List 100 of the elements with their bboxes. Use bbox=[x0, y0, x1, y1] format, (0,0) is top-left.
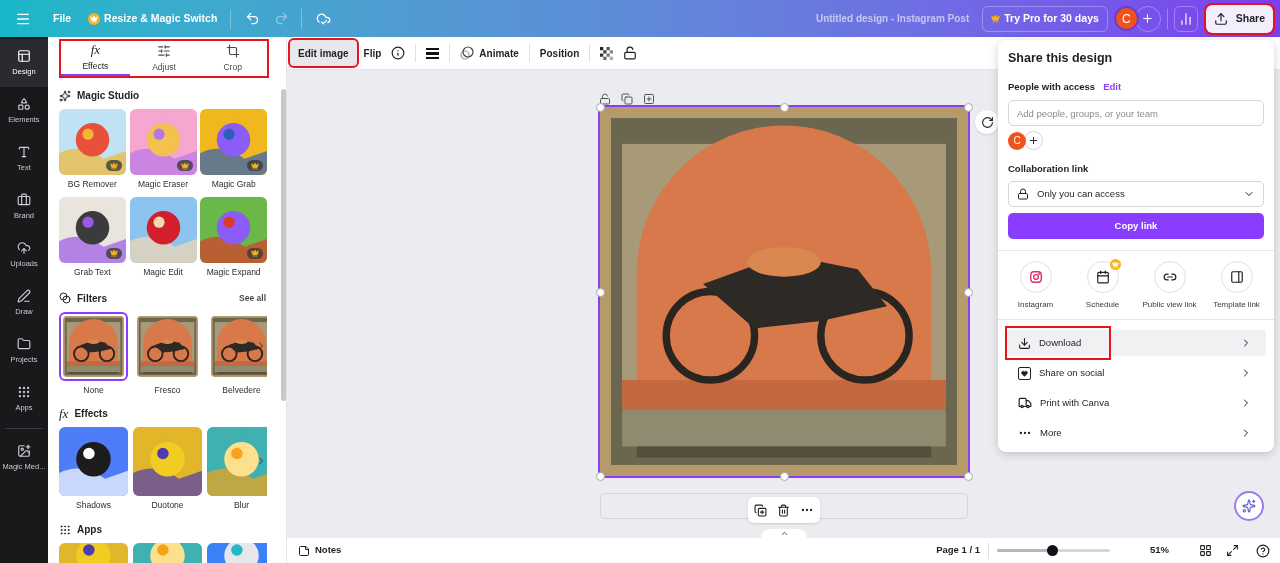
info-icon[interactable] bbox=[391, 46, 406, 60]
edit-tab[interactable]: Crop bbox=[198, 41, 267, 76]
magic-tool[interactable]: Magic Grab bbox=[200, 109, 267, 191]
line-weight-icon[interactable] bbox=[426, 47, 440, 59]
crown-icon bbox=[88, 12, 101, 25]
rail-icon bbox=[17, 384, 31, 399]
rail-icon bbox=[17, 48, 31, 63]
effect-option[interactable]: Blur bbox=[207, 427, 267, 512]
section-title: Apps bbox=[77, 523, 102, 537]
access-label: People with access bbox=[1008, 79, 1096, 94]
edit-link[interactable]: Edit bbox=[1103, 79, 1122, 94]
edit-image-button[interactable]: Edit image bbox=[290, 40, 357, 66]
share-action[interactable]: Share on social bbox=[1006, 360, 1266, 387]
position-button[interactable]: Position bbox=[539, 45, 580, 61]
edit-tab[interactable]: fx Effects bbox=[61, 41, 130, 76]
unlock-icon[interactable] bbox=[623, 46, 638, 60]
apps-icon bbox=[59, 523, 71, 536]
filter-option[interactable]: Belvedere bbox=[207, 311, 267, 397]
crown-icon bbox=[251, 249, 260, 258]
edit-tab[interactable]: Adjust bbox=[129, 41, 199, 76]
grid-view-icon[interactable] bbox=[1199, 544, 1212, 557]
truck-icon bbox=[1018, 396, 1032, 411]
share-target[interactable]: Instagram bbox=[1002, 261, 1069, 312]
add-page-icon[interactable] bbox=[643, 93, 655, 105]
share-action[interactable]: Print with Canva bbox=[1006, 390, 1266, 417]
rail-icon bbox=[17, 443, 31, 458]
avatar[interactable]: C bbox=[1113, 6, 1139, 31]
invite-field[interactable]: Add people, groups, or your team bbox=[1008, 100, 1264, 126]
crown-icon bbox=[109, 249, 118, 258]
tool-label: Magic Edit bbox=[143, 265, 183, 279]
section-title: Effects bbox=[74, 407, 108, 422]
section-title: Magic Studio bbox=[77, 89, 140, 103]
resize-handle[interactable] bbox=[964, 288, 973, 297]
access-select[interactable]: Only you can access bbox=[1008, 181, 1264, 208]
copy-link-button[interactable]: Copy link bbox=[1008, 213, 1264, 240]
crown-icon bbox=[251, 161, 260, 170]
fullscreen-icon[interactable] bbox=[1226, 544, 1239, 557]
fx-icon: fx bbox=[90, 42, 101, 57]
magic-tool[interactable]: Grab Text bbox=[59, 196, 126, 279]
chevron-up-icon bbox=[779, 529, 789, 538]
crown-icon bbox=[991, 14, 1001, 23]
transparency-icon[interactable] bbox=[600, 46, 614, 60]
rail-icon bbox=[17, 240, 31, 255]
crop-icon bbox=[225, 43, 240, 58]
magic-tool[interactable]: Magic Edit bbox=[129, 196, 197, 279]
tool-label: Magic Eraser bbox=[137, 178, 189, 191]
resize-handle[interactable] bbox=[596, 103, 605, 112]
fx-icon: fx bbox=[59, 407, 69, 420]
page-indicator: Page 1 / 1 bbox=[936, 543, 980, 558]
magic-tool[interactable]: BG Remover bbox=[59, 109, 126, 191]
filter-option[interactable]: None bbox=[59, 311, 128, 397]
share-action[interactable]: More bbox=[1006, 420, 1266, 447]
rail-icon bbox=[17, 96, 31, 111]
filter-label: None bbox=[83, 383, 104, 397]
section-title: Filters bbox=[77, 291, 107, 306]
magic-assistant-icon[interactable] bbox=[1234, 491, 1264, 521]
share-target[interactable]: Schedule bbox=[1069, 261, 1136, 312]
resize-handle[interactable] bbox=[780, 472, 789, 481]
share-target[interactable]: Template link bbox=[1203, 261, 1270, 312]
see-all-link[interactable]: See all bbox=[239, 291, 266, 305]
crown-icon bbox=[109, 161, 118, 170]
resize-handle[interactable] bbox=[964, 472, 973, 481]
effect-label: Duotone bbox=[151, 499, 184, 512]
crown-icon bbox=[180, 161, 189, 170]
flip-button[interactable]: Flip bbox=[363, 45, 382, 61]
cloud-icon[interactable] bbox=[316, 11, 332, 26]
lock-icon bbox=[1017, 188, 1029, 201]
filter-label: Belvedere bbox=[222, 383, 261, 397]
share-target[interactable]: Public view link bbox=[1136, 261, 1203, 312]
resize-handle[interactable] bbox=[596, 288, 605, 297]
share-button[interactable]: Share bbox=[1205, 4, 1273, 33]
copy-icon[interactable] bbox=[621, 93, 633, 105]
try-pro-button[interactable]: Try Pro for 30 days bbox=[982, 5, 1108, 32]
tool-label: Magic Grab bbox=[211, 178, 256, 191]
notes-button[interactable]: Notes bbox=[298, 543, 342, 558]
help-icon[interactable] bbox=[1256, 543, 1270, 558]
avatar[interactable]: C bbox=[1008, 131, 1026, 150]
effect-option[interactable]: Shadows bbox=[59, 427, 128, 512]
trash-icon[interactable] bbox=[777, 503, 790, 517]
sliders-icon bbox=[157, 43, 171, 58]
rail-icon bbox=[17, 144, 31, 159]
unlock-icon[interactable] bbox=[599, 93, 611, 105]
calendar-icon bbox=[1095, 270, 1110, 285]
chart-icon[interactable] bbox=[1173, 5, 1198, 32]
undo-icon[interactable] bbox=[245, 11, 261, 26]
resize-handle[interactable] bbox=[596, 472, 605, 481]
rotate-icon[interactable] bbox=[975, 110, 999, 134]
resize-handle[interactable] bbox=[964, 103, 973, 112]
filter-option[interactable]: Fresco bbox=[133, 311, 202, 397]
magic-tool[interactable]: Magic Expand bbox=[200, 196, 267, 279]
filters-icon bbox=[59, 292, 71, 304]
effect-option[interactable]: Duotone bbox=[133, 427, 202, 512]
rail-icon bbox=[17, 288, 31, 303]
resize-handle[interactable] bbox=[780, 103, 789, 112]
zoom-reading: 51% bbox=[1150, 543, 1169, 558]
scrollbar[interactable] bbox=[281, 89, 286, 401]
magic-tool[interactable]: Magic Eraser bbox=[129, 109, 197, 191]
animate-button[interactable]: Animate bbox=[460, 45, 519, 61]
zoom-slider[interactable] bbox=[997, 545, 1110, 556]
duplicate-icon[interactable] bbox=[754, 503, 767, 517]
